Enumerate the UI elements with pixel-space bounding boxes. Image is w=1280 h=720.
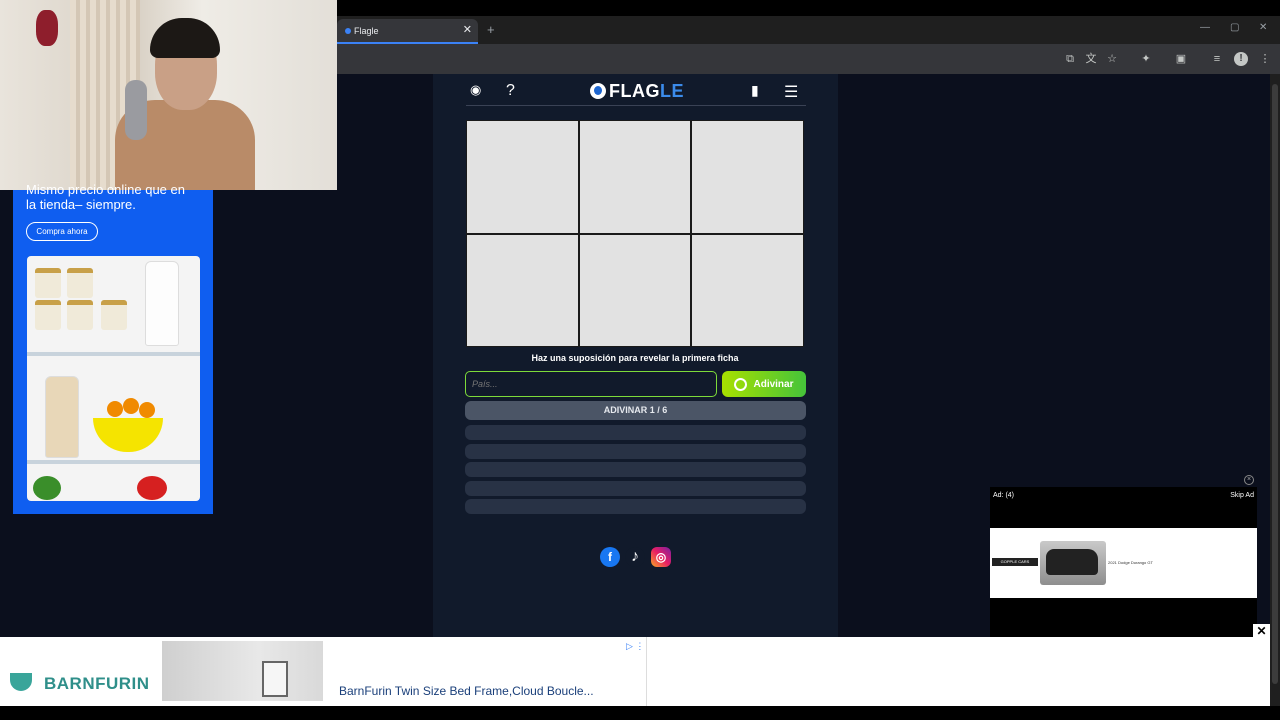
instagram-icon[interactable]: ◎ [651,547,671,567]
hat [36,10,58,46]
car-image [1040,541,1106,585]
left-advertisement[interactable]: Mismo precio online que en la tienda– si… [13,182,213,514]
logo-accent-text: LE [660,81,685,101]
flag-tile [578,120,692,234]
ad-headline: Mismo precio online que en la tienda– si… [26,182,185,212]
video-advertisement[interactable]: Ad: (4) Skip Ad GOPPLE CARS 2021 Dodge D… [990,487,1257,637]
tab-title: Flagle [354,25,379,36]
orange [107,401,123,417]
ad-close-icon[interactable]: × [1244,475,1254,485]
pepper [137,476,167,500]
milk-jug [145,261,179,346]
ad-fridge-image [27,256,200,501]
help-icon[interactable]: ? [506,82,515,100]
dealer-name: GOPPLE CARS [1000,559,1030,564]
dealer-logo: GOPPLE CARS [992,558,1038,566]
bottom-strip [0,706,1280,720]
yogurt-cup [35,300,61,330]
picture-frame [262,661,288,697]
ad-divider [646,637,647,706]
orange [123,398,139,414]
media-icon[interactable]: ▣ [1174,52,1188,66]
favicon-icon [345,27,351,34]
translate-icon[interactable]: 文 [1084,52,1098,66]
webcam-overlay [0,0,337,190]
tab-flagle[interactable]: Flagle ✕ [337,19,478,44]
guess-button[interactable]: Adivinar [722,371,806,397]
flagle-logo: FLAGLE [590,81,684,102]
chrome-menu-icon[interactable]: ⋮ [1258,52,1272,66]
guess-slot [465,425,806,440]
guess-button-label: Adivinar [753,378,794,390]
globe-icon [734,377,748,391]
flag-tile [466,233,579,347]
tiktok-icon[interactable]: ♪ [625,547,645,567]
product-image [162,641,323,701]
microphone [125,80,147,140]
menu-icon[interactable]: ☰ [784,82,798,102]
yogurt-cup [67,268,93,298]
ad-product-title[interactable]: BarnFurin Twin Size Bed Frame,Cloud Bouc… [339,684,594,698]
broccoli [33,476,61,500]
stats-icon[interactable]: ▮ [751,82,759,99]
yogurt-cup [67,300,93,330]
reading-list-icon[interactable]: ≡ [1210,52,1224,66]
flag-tile-grid [466,120,804,347]
guess-slot [465,444,806,459]
game-header: ◉ ? FLAGLE ▮ ☰ [466,80,806,106]
flag-tile [691,233,804,347]
country-input[interactable] [465,371,717,397]
profile-icon[interactable]: ! [1234,52,1248,66]
flag-tile [466,120,579,234]
guess-slot [465,481,806,496]
drink-carton [45,376,79,458]
ad-banner[interactable]: GOPPLE CARS 2021 Dodge Durango GT [990,528,1257,598]
extensions-icon[interactable]: ✦ [1139,52,1153,66]
new-tab-button[interactable]: + [487,22,495,37]
bookmark-star-icon[interactable]: ☆ [1105,52,1119,66]
fridge-shelf [27,460,200,464]
facebook-icon[interactable]: f [600,547,620,567]
scrollbar-thumb[interactable] [1272,84,1278,684]
install-app-icon[interactable]: ⧉ [1063,52,1077,66]
scrollbar[interactable] [1270,74,1280,706]
guess-counter: ADIVINAR 1 / 6 [465,401,806,420]
yogurt-cup [101,300,127,330]
skip-ad-button[interactable]: Skip Ad [1230,492,1254,499]
ad-choices-icon[interactable]: ▷ ⋮ [626,641,644,652]
bottom-advertisement[interactable]: BARNFURIN BarnFurin Twin Size Bed Frame,… [0,637,1270,706]
car-text: 2021 Dodge Durango GT [1108,560,1153,565]
person-hair [150,18,220,58]
close-window-button[interactable]: ✕ [1259,22,1267,33]
ad-cta-button[interactable]: Compra ahora [26,222,98,241]
maximize-button[interactable]: ▢ [1230,22,1239,33]
logo-text: FLAG [609,81,660,101]
fridge-shelf [27,352,200,356]
brand-name: BARNFURIN [44,674,150,693]
orange [139,402,155,418]
tab-close-icon[interactable]: ✕ [463,23,472,36]
brand-logo-icon [10,673,32,691]
flag-tile [691,120,804,234]
ad-countdown: Ad: (4) [993,492,1015,499]
yellow-bowl [93,418,163,452]
yogurt-cup [35,268,61,298]
user-icon[interactable]: ◉ [470,82,481,98]
flag-tile [578,233,692,347]
guess-slot [465,499,806,514]
hint-text: Haz una suposición para revelar la prime… [531,353,739,363]
minimize-button[interactable]: — [1200,22,1210,33]
guess-slot [465,462,806,477]
globe-icon [590,83,606,99]
